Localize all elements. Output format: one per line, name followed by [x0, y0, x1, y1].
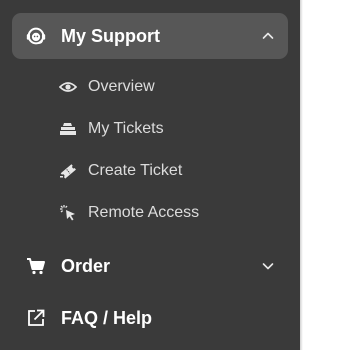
- external-link-icon: [24, 306, 48, 330]
- sidebar-section-my-support[interactable]: My Support: [12, 13, 288, 59]
- sidebar-item-label: Create Ticket: [88, 162, 183, 179]
- chevron-down-icon[interactable]: [258, 256, 278, 276]
- sidebar-item-my-tickets[interactable]: My Tickets: [58, 114, 164, 144]
- sidebar-section-label: FAQ / Help: [61, 307, 153, 328]
- sidebar-section-label: My Support: [61, 25, 160, 46]
- sidebar-item-label: Remote Access: [88, 204, 200, 221]
- support-agent-icon: [24, 24, 48, 48]
- sidebar-section-order[interactable]: Order: [12, 243, 288, 289]
- chevron-up-icon[interactable]: [258, 26, 278, 46]
- eye-icon: [58, 77, 78, 97]
- sidebar-link-faq-help[interactable]: FAQ / Help: [12, 295, 288, 341]
- sidebar-section-label: Order: [61, 255, 111, 276]
- sidebar: My Support Overview My Tickets Create Ti…: [0, 0, 300, 350]
- create-ticket-icon: [58, 161, 78, 181]
- sidebar-item-remote-access[interactable]: Remote Access: [58, 198, 199, 228]
- sidebar-item-label: My Tickets: [88, 120, 164, 137]
- sidebar-item-create-ticket[interactable]: Create Ticket: [58, 156, 182, 186]
- sidebar-shadow-edge: [300, 0, 303, 350]
- ticket-stack-icon: [58, 119, 78, 139]
- pointer-click-icon: [58, 203, 78, 223]
- sidebar-item-overview[interactable]: Overview: [58, 72, 155, 102]
- cart-icon: [24, 254, 48, 278]
- sidebar-item-label: Overview: [88, 78, 155, 95]
